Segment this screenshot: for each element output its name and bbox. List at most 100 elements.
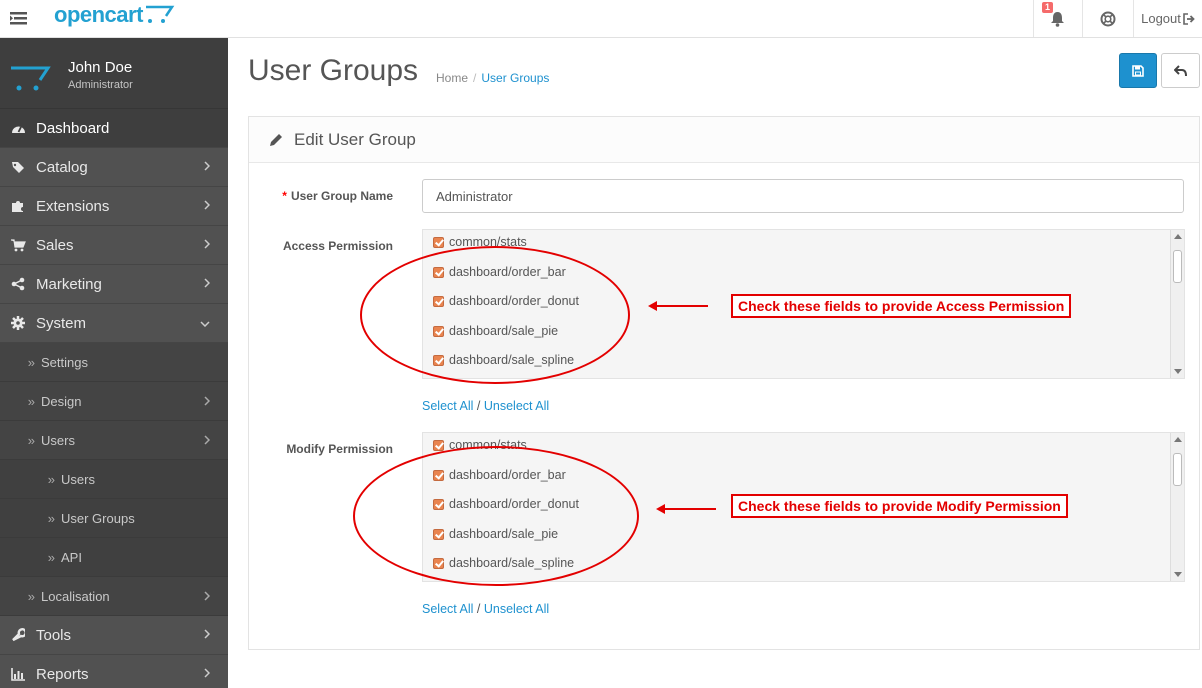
- modify-select-all-link[interactable]: Select All: [422, 602, 473, 616]
- scroll-down-icon[interactable]: [1174, 572, 1182, 577]
- dashboard-icon: [11, 126, 25, 133]
- sidebar: John Doe Administrator Dashboard Catalog…: [0, 38, 228, 688]
- modify-permission-label: Modify Permission: [286, 442, 393, 456]
- sidebar-item-tools[interactable]: Tools: [0, 616, 228, 655]
- edit-user-group-panel: Edit User Group * User Group Name Adminis…: [248, 116, 1200, 650]
- access-select-links: Select All / Unselect All: [422, 399, 549, 413]
- sidebar-item-label: Marketing: [36, 275, 102, 293]
- sidebar-item-sales[interactable]: Sales: [0, 226, 228, 265]
- group-name-label-text: User Group Name: [290, 189, 393, 203]
- modify-callout: Check these fields to provide Modify Per…: [731, 494, 1068, 518]
- breadcrumb: Home / User Groups: [436, 71, 550, 85]
- access-select-all-link[interactable]: Select All: [422, 399, 473, 413]
- save-button[interactable]: [1119, 53, 1157, 88]
- double-chevron-icon: »: [47, 471, 55, 487]
- access-unselect-all-link[interactable]: Unselect All: [484, 399, 549, 413]
- sidebar-item-label: Design: [41, 393, 82, 409]
- breadcrumb-home[interactable]: Home: [436, 71, 468, 85]
- double-chevron-icon: »: [27, 393, 35, 409]
- opencart-logo[interactable]: opencart: [54, 2, 143, 28]
- sidebar-item-settings[interactable]: » Settings: [0, 343, 228, 382]
- logout-button[interactable]: Logout: [1133, 0, 1202, 37]
- modify-highlight-ellipse: [353, 446, 639, 586]
- chevron-right-icon: [204, 668, 210, 678]
- checkbox-checked[interactable]: [433, 236, 444, 248]
- notifications-button[interactable]: 1: [1033, 0, 1081, 37]
- breadcrumb-user-groups[interactable]: User Groups: [481, 71, 549, 85]
- reply-icon: [1174, 64, 1187, 76]
- puzzle-icon: [12, 201, 23, 212]
- required-asterisk: *: [282, 189, 287, 203]
- scroll-thumb[interactable]: [1173, 250, 1182, 283]
- link-separator: /: [476, 602, 481, 616]
- user-name: John Doe: [68, 59, 133, 76]
- sidebar-item-api[interactable]: » API: [0, 538, 228, 577]
- menu-toggle-button[interactable]: [0, 0, 37, 37]
- sidebar-item-dashboard[interactable]: Dashboard: [0, 109, 228, 148]
- pencil-icon: [270, 133, 282, 146]
- access-highlight-ellipse: [360, 246, 630, 384]
- sidebar-item-label: Users: [61, 471, 95, 487]
- sidebar-item-marketing[interactable]: Marketing: [0, 265, 228, 304]
- top-header: opencart 1 Logout: [0, 0, 1202, 38]
- logout-label: Logout: [1141, 11, 1181, 26]
- access-callout: Check these fields to provide Access Per…: [731, 294, 1072, 318]
- scroll-up-icon[interactable]: [1174, 437, 1182, 442]
- sidebar-item-label: Reports: [36, 665, 89, 683]
- panel-title: Edit User Group: [294, 129, 416, 149]
- chevron-right-icon: [204, 200, 210, 210]
- life-ring-icon: [1100, 11, 1115, 26]
- link-separator: /: [476, 399, 481, 413]
- access-arrow: [648, 301, 708, 311]
- checkbox-checked[interactable]: [433, 439, 444, 451]
- help-button[interactable]: [1082, 0, 1132, 37]
- chevron-right-icon: [204, 161, 210, 171]
- cart-icon: [10, 238, 26, 251]
- user-profile: John Doe Administrator: [0, 38, 228, 109]
- bell-icon: [1051, 11, 1064, 27]
- opencart-cart-icon: [11, 66, 51, 91]
- scroll-up-icon[interactable]: [1174, 234, 1182, 239]
- scroll-down-icon[interactable]: [1174, 369, 1182, 374]
- sidebar-item-label: Catalog: [36, 158, 88, 176]
- modify-unselect-all-link[interactable]: Unselect All: [484, 602, 549, 616]
- sign-out-icon: [1183, 12, 1195, 25]
- cog-icon: [11, 316, 25, 330]
- sidebar-item-label: API: [61, 549, 82, 565]
- sidebar-item-design[interactable]: » Design: [0, 382, 228, 421]
- sidebar-item-label: Localisation: [41, 588, 110, 604]
- sidebar-item-localisation[interactable]: » Localisation: [0, 577, 228, 616]
- group-name-input[interactable]: Administrator: [422, 179, 1184, 213]
- scroll-thumb[interactable]: [1173, 453, 1182, 486]
- sidebar-item-user-groups[interactable]: » User Groups: [0, 499, 228, 538]
- chevron-right-icon: [204, 435, 210, 445]
- double-chevron-icon: »: [27, 432, 35, 448]
- sidebar-item-users[interactable]: » Users: [0, 421, 228, 460]
- chevron-down-icon: [200, 321, 210, 327]
- floppy-disk-icon: [1132, 64, 1144, 77]
- sidebar-item-catalog[interactable]: Catalog: [0, 148, 228, 187]
- double-chevron-icon: »: [27, 588, 35, 604]
- sidebar-item-label: Extensions: [36, 197, 110, 215]
- modify-select-links: Select All / Unselect All: [422, 602, 549, 616]
- share-icon: [11, 277, 25, 291]
- sidebar-item-label: Tools: [36, 626, 72, 644]
- sidebar-item-label: Settings: [41, 354, 88, 370]
- chevron-right-icon: [204, 278, 210, 288]
- sidebar-item-label: Sales: [36, 236, 74, 254]
- chevron-right-icon: [204, 396, 210, 406]
- sidebar-item-system[interactable]: System: [0, 304, 228, 343]
- sidebar-item-extensions[interactable]: Extensions: [0, 187, 228, 226]
- sidebar-item-users-list[interactable]: » Users: [0, 460, 228, 499]
- page-title: User Groups: [248, 54, 419, 87]
- panel-heading: Edit User Group: [249, 117, 1199, 163]
- modify-scrollbar[interactable]: [1170, 433, 1184, 581]
- sidebar-item-reports[interactable]: Reports: [0, 655, 228, 688]
- sidebar-item-label: System: [36, 314, 87, 332]
- double-chevron-icon: »: [47, 549, 55, 565]
- access-permission-label: Access Permission: [282, 239, 393, 253]
- access-scrollbar[interactable]: [1170, 230, 1184, 378]
- back-button[interactable]: [1161, 53, 1200, 88]
- tag-icon: [11, 161, 24, 173]
- user-role: Administrator: [68, 79, 133, 91]
